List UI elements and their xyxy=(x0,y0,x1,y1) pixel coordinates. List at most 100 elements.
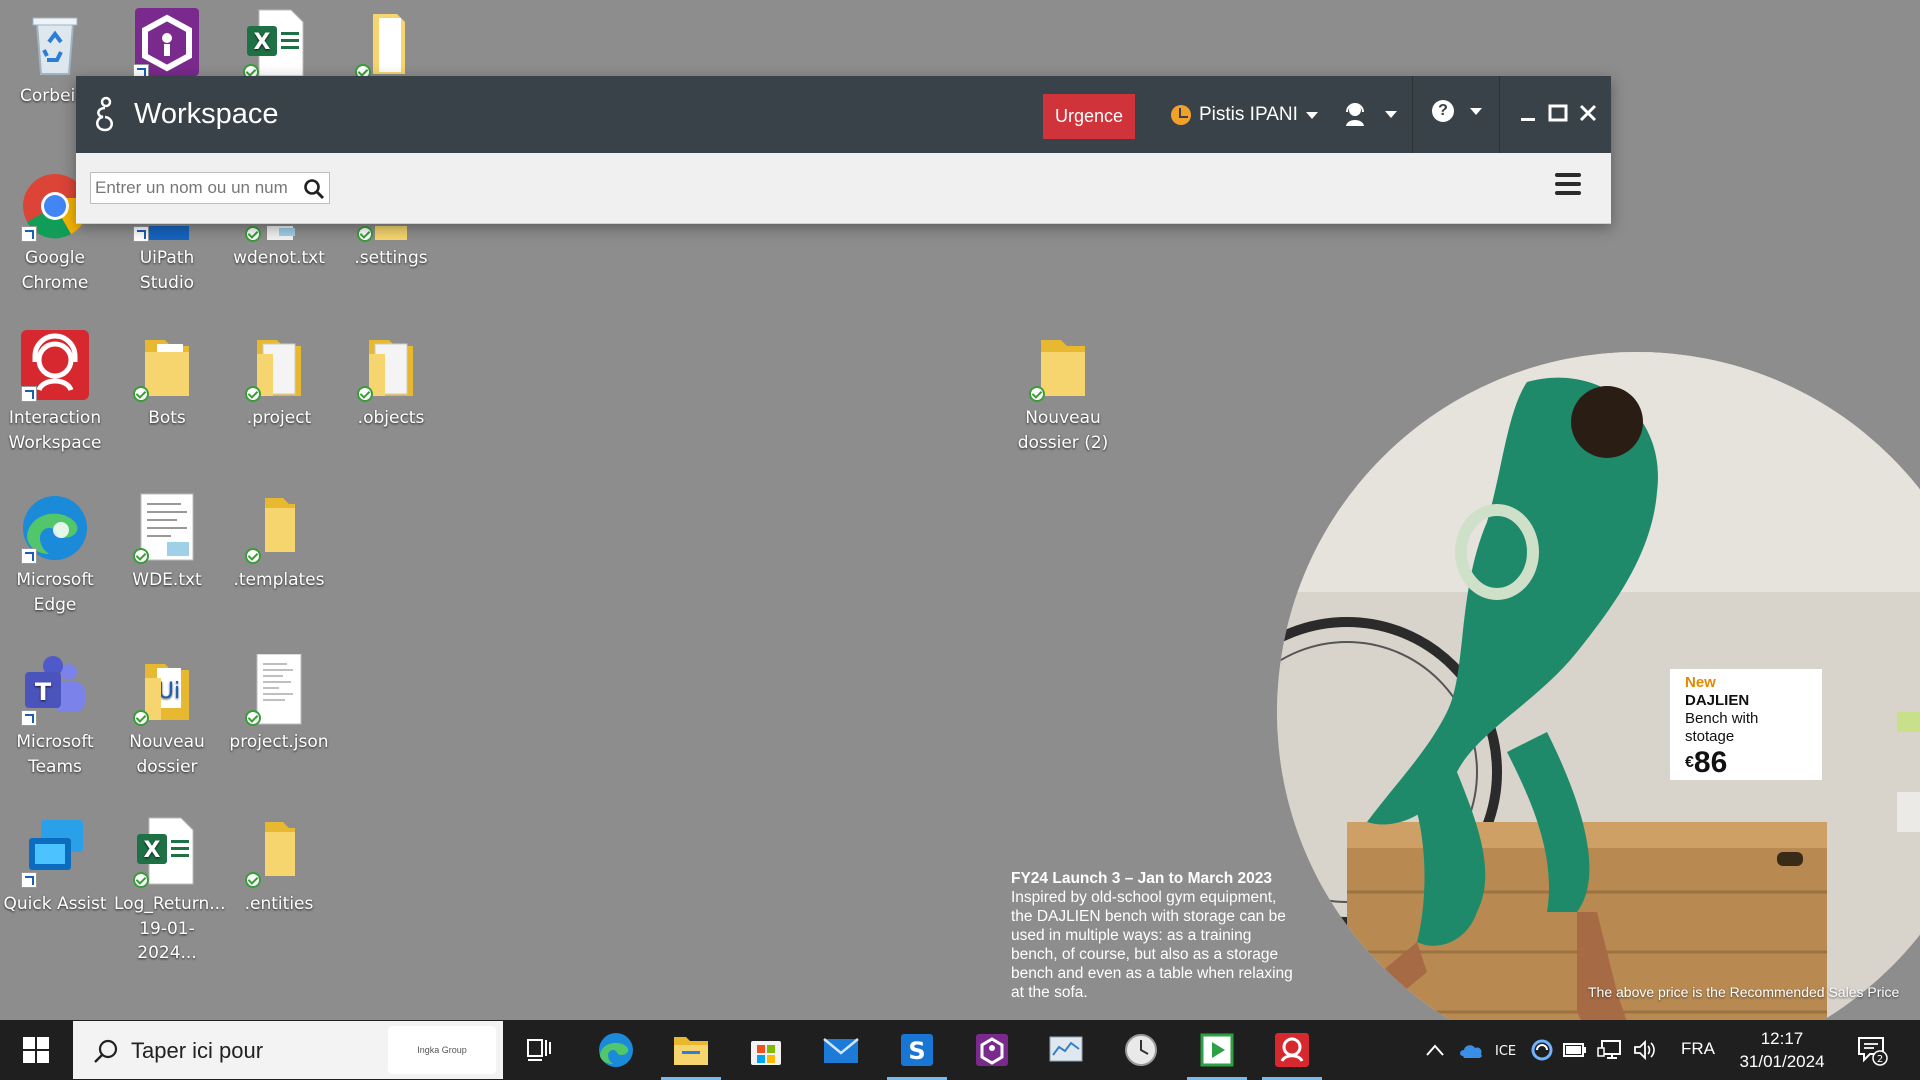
hamburger-menu-icon[interactable] xyxy=(1555,173,1583,201)
wallpaper-disclaimer: The above price is the Recommended Sales… xyxy=(1588,984,1900,1000)
recycle-bin-icon xyxy=(19,8,91,80)
user-status-menu[interactable]: Pistis IPANI xyxy=(1171,101,1318,129)
desktop-icon-project-folder[interactable]: .project xyxy=(224,330,334,431)
volume-icon[interactable] xyxy=(1633,1039,1657,1061)
desktop-icon-objects-folder[interactable]: .objects xyxy=(336,330,446,431)
taskbar-clock[interactable]: 12:17 31/01/2024 xyxy=(1730,1027,1834,1073)
maximize-icon[interactable] xyxy=(1543,98,1573,128)
icon-label: Microsoft Edge xyxy=(16,570,94,615)
start-button[interactable] xyxy=(0,1020,72,1080)
shortcut-arrow-icon xyxy=(21,386,37,402)
agent-headset-icon xyxy=(1346,103,1364,126)
taskbar-file-explorer[interactable] xyxy=(661,1024,721,1080)
icon-label: .objects xyxy=(357,408,425,428)
battery-icon[interactable] xyxy=(1563,1041,1587,1059)
sync-check-icon xyxy=(133,710,149,726)
svg-text:ICE: ICE xyxy=(1495,1044,1516,1059)
desktop-icon-templates-folder[interactable]: .templates xyxy=(224,492,334,593)
desktop-icon-project-json[interactable]: project.json xyxy=(224,653,334,755)
desktop-icon-nouveau-dossier-2[interactable]: Nouveau dossier (2) xyxy=(1008,330,1118,455)
folder-icon xyxy=(243,816,315,888)
clock-date: 31/01/2024 xyxy=(1739,1052,1825,1071)
search-highlight-thumbnail: Ingka Group xyxy=(388,1026,496,1074)
network-icon[interactable] xyxy=(1597,1039,1623,1061)
taskbar-mail[interactable] xyxy=(811,1024,871,1076)
taskbar-sharepoint-app[interactable]: S xyxy=(887,1024,947,1080)
desktop-icon-nouveau-dossier[interactable]: Ui Nouveau dossier xyxy=(112,654,222,779)
desktop-icon-log-return-excel[interactable]: X Log_Return... 19-01-2024... xyxy=(112,816,226,966)
help-menu[interactable]: ? xyxy=(1432,100,1482,122)
icon-label: Interaction Workspace xyxy=(8,408,102,453)
taskbar-microsoft-store[interactable] xyxy=(736,1024,796,1076)
folder-icon xyxy=(1027,330,1099,402)
desktop-icon-microsoft-teams[interactable]: T Microsoft Teams xyxy=(0,654,110,779)
icon-label: .project xyxy=(246,408,312,428)
taskbar-interaction-workspace[interactable] xyxy=(1262,1024,1322,1080)
task-view-icon xyxy=(527,1039,551,1061)
icon-label: WDE.txt xyxy=(132,570,202,590)
task-view-button[interactable] xyxy=(510,1024,570,1076)
desktop-icon-bots-folder[interactable]: Bots xyxy=(112,330,222,431)
interaction-workspace-icon xyxy=(1275,1033,1309,1067)
search-icon[interactable] xyxy=(303,178,325,200)
chevron-down-icon xyxy=(1305,111,1318,119)
sync-check-icon xyxy=(357,386,373,402)
icon-label: UiPath Studio xyxy=(139,248,195,293)
wallpaper-woman-bench-illustration xyxy=(1277,352,1920,1020)
price-value: 86 xyxy=(1693,746,1728,779)
folder-icon xyxy=(243,492,315,564)
workspace-window: Workspace Urgence Pistis IPANI ? xyxy=(76,76,1611,224)
close-icon[interactable] xyxy=(1573,98,1603,128)
clock-time: 12:17 xyxy=(1760,1029,1804,1048)
svg-text:Ui: Ui xyxy=(158,679,180,704)
input-method-icon[interactable]: ICE xyxy=(1495,1039,1521,1061)
taskbar-performance-monitor[interactable] xyxy=(1036,1024,1096,1076)
chevron-up-icon[interactable] xyxy=(1425,1043,1445,1057)
taskbar-search-box[interactable]: Taper ici pour Ingka Group xyxy=(73,1021,503,1079)
desktop-icon-interaction-workspace[interactable]: Interaction Workspace xyxy=(0,330,110,455)
icon-label: Nouveau dossier xyxy=(129,732,205,777)
wallpaper-caption-title: FY24 Launch 3 – Jan to March 2023 xyxy=(1011,870,1273,887)
icon-label: .templates xyxy=(233,570,325,590)
folder-icon xyxy=(243,330,315,402)
sync-check-icon xyxy=(1029,386,1045,402)
chevron-down-icon xyxy=(1470,107,1482,115)
green-play-icon xyxy=(1200,1033,1234,1067)
onedrive-cloud-icon[interactable] xyxy=(1459,1040,1485,1060)
status-clock-icon xyxy=(1171,105,1191,125)
agent-presence-menu[interactable] xyxy=(1341,100,1397,128)
taskbar-clock-app[interactable] xyxy=(1111,1024,1171,1076)
contact-search-input[interactable] xyxy=(95,177,295,199)
desktop-icon-uipath-assistant[interactable] xyxy=(112,8,222,84)
excel-file-icon: X xyxy=(241,8,313,80)
price-currency: € xyxy=(1685,754,1694,771)
taskbar-edge[interactable] xyxy=(586,1024,646,1076)
icon-label: Microsoft Teams xyxy=(16,732,94,777)
desktop-icon-microsoft-edge[interactable]: Microsoft Edge xyxy=(0,492,110,617)
app-tray-icon[interactable] xyxy=(1531,1039,1553,1061)
urgence-button[interactable]: Urgence xyxy=(1043,94,1135,139)
mail-icon xyxy=(823,1038,859,1063)
taskbar-media-player[interactable] xyxy=(1187,1024,1247,1080)
wallpaper-caption: FY24 Launch 3 – Jan to March 2023 Inspir… xyxy=(1011,869,1301,1002)
icon-label: Google Chrome xyxy=(21,248,89,293)
desktop-icon-quick-assist[interactable]: Quick Assist xyxy=(0,816,110,917)
desktop-icon-entities-folder[interactable]: .entities xyxy=(224,816,334,917)
svg-text:S: S xyxy=(908,1037,925,1065)
icon-label: Bots xyxy=(148,408,186,428)
minimize-icon[interactable] xyxy=(1513,98,1543,128)
notification-center-button[interactable]: 2 xyxy=(1856,1034,1888,1066)
sync-check-icon xyxy=(133,386,149,402)
desktop-icon-wde-txt[interactable]: WDE.txt xyxy=(112,492,222,593)
chevron-down-icon xyxy=(1385,110,1397,118)
taskbar-uipath-assistant[interactable] xyxy=(962,1024,1022,1076)
input-language[interactable]: FRA xyxy=(1681,1039,1715,1059)
icon-label: .entities xyxy=(244,894,314,914)
sync-check-icon xyxy=(133,548,149,564)
icon-label: Log_Return... 19-01-2024... xyxy=(114,894,226,964)
desktop-icon-excel-top[interactable]: X xyxy=(222,8,332,84)
folder-icon: Ui xyxy=(131,654,203,726)
desktop-icon-file-top[interactable] xyxy=(334,8,444,84)
help-icon: ? xyxy=(1432,100,1454,122)
folder-icon xyxy=(131,330,203,402)
